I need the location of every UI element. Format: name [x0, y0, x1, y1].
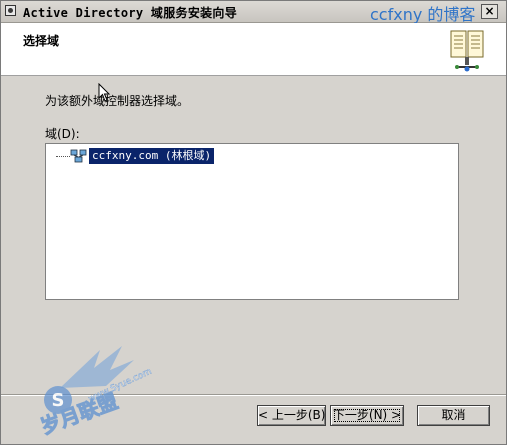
book-icon: [450, 30, 484, 72]
tree-item-label[interactable]: ccfxny.com (林根域): [89, 148, 215, 164]
instruction-text: 为该额外域控制器选择域。: [45, 94, 190, 108]
page-title: 选择域: [23, 34, 60, 48]
close-button[interactable]: ×: [481, 4, 498, 19]
tree-connector-line: [56, 156, 70, 157]
next-button[interactable]: 下一步(N) >: [330, 405, 404, 426]
cancel-button[interactable]: 取消: [417, 405, 490, 426]
window-title: Active Directory 域服务安装向导: [23, 6, 238, 20]
back-button[interactable]: < 上一步(B): [257, 405, 326, 426]
domain-tree[interactable]: ccfxny.com (林根域): [45, 143, 459, 300]
domain-icon: [70, 149, 87, 163]
wizard-header: 选择域: [1, 23, 506, 76]
window-icon: [5, 5, 16, 16]
focus-rectangle: [334, 409, 400, 422]
blog-watermark: ccfxny 的博客: [370, 5, 476, 24]
title-bar[interactable]: Active Directory 域服务安装向导 ccfxny 的博客 ×: [1, 1, 506, 24]
site-logo-watermark: S www.Syue.com 岁月联盟: [37, 346, 154, 439]
domain-label: 域(D):: [45, 127, 80, 141]
mouse-cursor-icon: [98, 83, 111, 102]
